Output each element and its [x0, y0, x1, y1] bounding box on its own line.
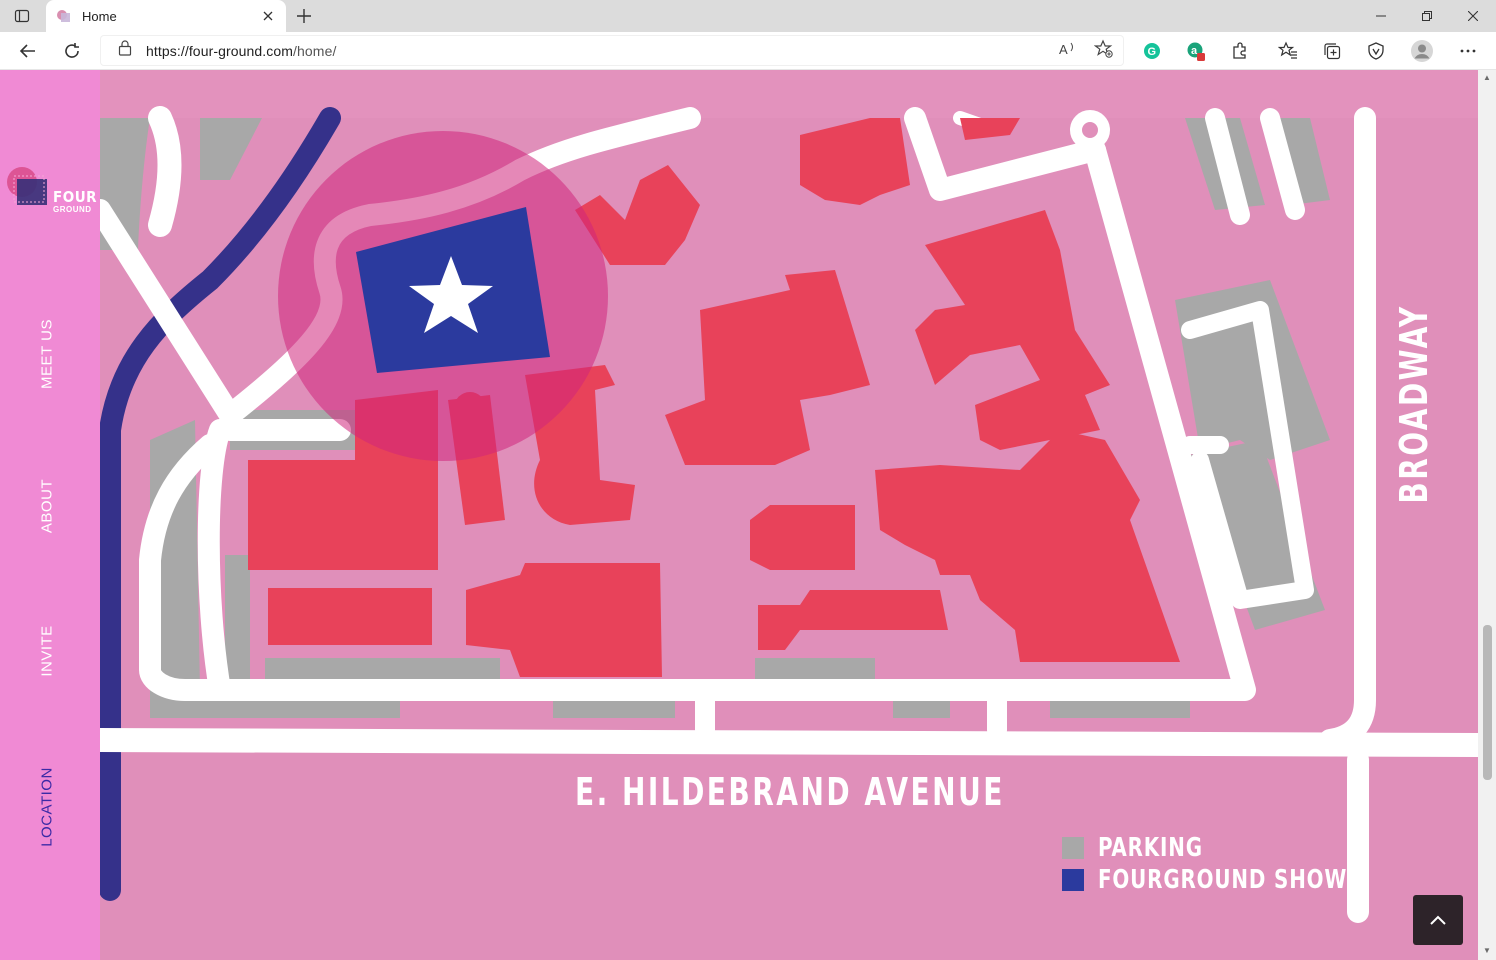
nav-location[interactable]: LOCATION	[39, 767, 56, 847]
logo[interactable]: FOUR GROUND	[6, 166, 98, 226]
tab-title: Home	[82, 8, 117, 24]
url-path: /home/	[293, 42, 337, 59]
browser-essentials-icon[interactable]	[1362, 37, 1390, 65]
page-content: E. HILDEBRAND AVENUE BROADWAY PARKING FO…	[0, 70, 1496, 960]
page-scrollbar[interactable]: ▲ ▼	[1478, 70, 1496, 960]
svg-text:a: a	[1191, 45, 1198, 57]
show-swatch	[1062, 869, 1084, 891]
parking-swatch	[1062, 837, 1084, 859]
title-bar: Home	[0, 0, 1496, 32]
map-legend: PARKING FOURGROUND SHOW	[1062, 832, 1391, 896]
favorite-add-icon[interactable]	[1093, 39, 1114, 64]
scroll-thumb[interactable]	[1483, 625, 1492, 780]
plus-icon[interactable]	[292, 4, 316, 28]
sidebar-nav: FOUR GROUND MEET US ABOUT INVITE LOCATIO…	[0, 70, 100, 960]
collections-icon[interactable]	[1318, 37, 1346, 65]
campus-map	[100, 70, 1478, 960]
legend-label: PARKING	[1098, 833, 1203, 863]
url-host: https://four-ground.com	[146, 42, 294, 59]
scroll-up-arrow-icon[interactable]: ▲	[1482, 73, 1492, 83]
legend-item-show: FOURGROUND SHOW	[1062, 864, 1391, 896]
grammarly-icon[interactable]: G	[1138, 37, 1166, 65]
close-icon[interactable]	[260, 8, 276, 24]
nav-invite[interactable]: INVITE	[39, 625, 56, 676]
lock-icon[interactable]	[118, 40, 132, 61]
nav-meet-us[interactable]: MEET US	[39, 319, 56, 389]
street-label-hildebrand: E. HILDEBRAND AVENUE	[575, 770, 1005, 814]
scroll-down-arrow-icon[interactable]: ▼	[1482, 946, 1492, 956]
site-favicon-icon	[56, 8, 72, 24]
browser-tab[interactable]: Home	[46, 0, 286, 32]
legend-item-parking: PARKING	[1062, 832, 1391, 864]
nav-about[interactable]: ABOUT	[39, 479, 56, 533]
favorites-icon[interactable]	[1274, 37, 1302, 65]
address-bar[interactable]: https://four-ground.com/home/ A	[100, 35, 1124, 66]
minimize-icon[interactable]	[1358, 0, 1404, 32]
logo-text-bottom: GROUND	[53, 205, 92, 214]
url-text: https://four-ground.com/home/	[146, 43, 336, 59]
reload-icon[interactable]	[58, 37, 86, 65]
chevron-up-icon	[1430, 915, 1446, 925]
back-icon[interactable]	[14, 37, 42, 65]
close-window-icon[interactable]	[1450, 0, 1496, 32]
profile-icon[interactable]	[1408, 37, 1436, 65]
svg-text:A: A	[1059, 42, 1068, 57]
logo-text-top: FOUR	[53, 188, 98, 206]
street-label-broadway: BROADWAY	[1392, 304, 1436, 504]
extension-icon[interactable]: a	[1182, 37, 1210, 65]
tab-actions-icon[interactable]	[8, 4, 36, 28]
svg-text:G: G	[1148, 46, 1157, 58]
back-to-top-button[interactable]	[1413, 895, 1463, 945]
more-icon[interactable]	[1454, 37, 1482, 65]
puzzle-icon[interactable]	[1226, 37, 1254, 65]
read-aloud-icon[interactable]: A	[1058, 39, 1078, 64]
restore-icon[interactable]	[1404, 0, 1450, 32]
browser-toolbar: https://four-ground.com/home/ A G a	[0, 32, 1496, 70]
legend-label: FOURGROUND SHOW	[1098, 865, 1348, 895]
